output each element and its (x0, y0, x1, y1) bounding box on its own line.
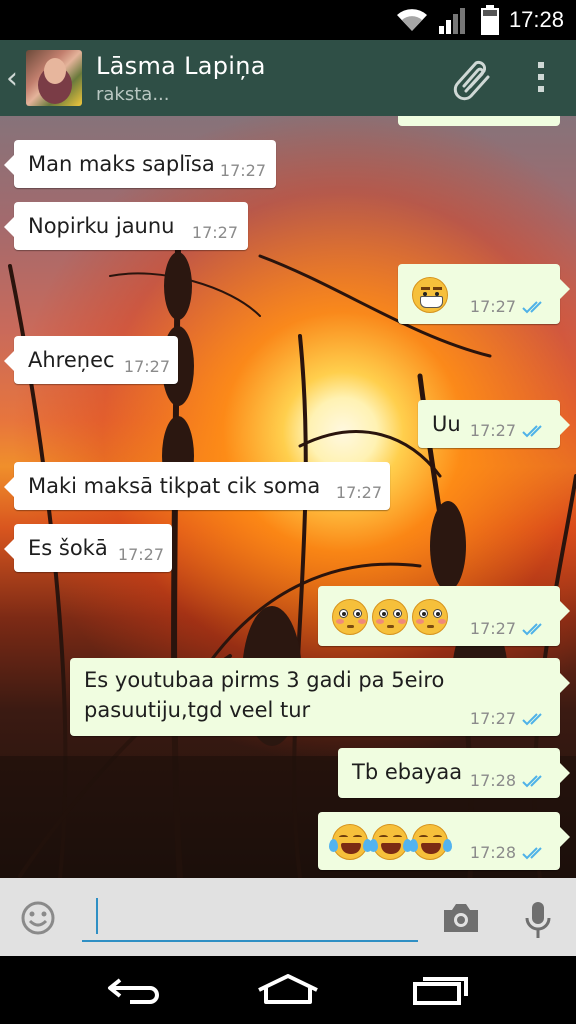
message-text: Tb ebayaa (352, 760, 463, 784)
message-outgoing[interactable]: 17:28 (318, 812, 570, 870)
signal-icon (438, 8, 465, 34)
message-time: 17:27 (469, 709, 516, 728)
tears-of-joy-emoji-icon (329, 824, 372, 860)
chat-area[interactable]: Man maks saplīsa 17:27 Nopirku jaunu 17:… (0, 116, 576, 878)
message-incoming[interactable]: Ahreņec 17:27 (4, 336, 178, 384)
message-time: 17:27 (191, 223, 238, 242)
tears-of-joy-emoji-icon (369, 824, 412, 860)
grinning-face-emoji-icon (412, 277, 448, 313)
message-outgoing[interactable]: Tb ebayaa 17:28 (338, 748, 570, 798)
tears-of-joy-emoji-icon (409, 824, 452, 860)
wifi-icon (396, 9, 427, 31)
read-ticks-icon (522, 623, 542, 636)
status-time: 17:28 (508, 7, 564, 32)
message-time: 17:27 (469, 297, 516, 316)
message-outgoing[interactable]: Es youtubaa pirms 3 gadi pa 5eiro pasuut… (70, 658, 570, 736)
flushed-face-emoji-icon (412, 599, 448, 635)
back-chevron-icon[interactable]: ‹ (6, 61, 28, 96)
emoji-picker-icon[interactable] (20, 900, 56, 936)
compose-bar (0, 878, 576, 956)
message-incoming[interactable]: Es šokā 17:27 (4, 524, 172, 572)
message-time: 17:28 (469, 771, 516, 790)
read-ticks-icon (522, 301, 542, 314)
read-ticks-icon (522, 713, 542, 726)
message-text-line-1: Es youtubaa pirms 3 gadi pa 5eiro (84, 668, 445, 692)
message-incoming[interactable]: Nopirku jaunu 17:27 (4, 202, 248, 250)
message-text: Uu (432, 412, 461, 436)
text-cursor (96, 898, 98, 934)
message-outgoing[interactable]: 17:27 (398, 264, 570, 324)
contact-name: Lāsma Lapiņa (96, 51, 266, 80)
message-text: Es šokā (28, 536, 108, 560)
message-text: Man maks saplīsa (28, 152, 215, 176)
home-nav-icon[interactable] (256, 974, 320, 1006)
flushed-face-emoji-icon (332, 599, 368, 635)
message-text: Nopirku jaunu (28, 214, 175, 238)
message-time: 17:27 (117, 545, 164, 564)
message-outgoing[interactable]: Uu 17:27 (418, 400, 570, 448)
read-ticks-icon (522, 775, 542, 788)
message-time: 17:27 (219, 161, 266, 180)
flushed-face-emoji-icon (372, 599, 408, 635)
paperclip-icon[interactable] (452, 57, 498, 103)
read-ticks-icon (522, 425, 542, 438)
message-time: 17:27 (335, 483, 382, 502)
message-text: Maki maksā tikpat cik soma (28, 474, 321, 498)
system-nav-bar (0, 956, 576, 1024)
message-time: 17:27 (469, 619, 516, 638)
message-input[interactable] (82, 898, 418, 942)
microphone-icon[interactable] (524, 900, 552, 940)
contact-status: raksta... (96, 83, 170, 105)
back-nav-icon[interactable] (106, 974, 164, 1006)
read-ticks-icon (522, 847, 542, 860)
message-outgoing[interactable]: 17:27 (318, 586, 570, 646)
message-incoming[interactable]: Man maks saplīsa 17:27 (4, 140, 276, 188)
status-bar: 17:28 (0, 0, 576, 40)
message-text: Ahreņec (28, 348, 115, 372)
message-time: 17:27 (123, 357, 170, 376)
message-text-line-2: pasuutiju,tgd veel tur (84, 698, 311, 722)
avatar[interactable] (26, 50, 82, 106)
message-time: 17:28 (469, 843, 516, 862)
message-incoming[interactable]: Maki maksā tikpat cik soma 17:27 (4, 462, 390, 510)
message-time: 17:27 (469, 421, 516, 440)
camera-icon[interactable] (442, 902, 480, 934)
battery-icon (480, 5, 499, 35)
contact-info[interactable]: Lāsma Lapiņa raksta... (96, 52, 266, 105)
recent-apps-nav-icon[interactable] (412, 974, 470, 1006)
overflow-menu-icon[interactable] (538, 62, 546, 98)
